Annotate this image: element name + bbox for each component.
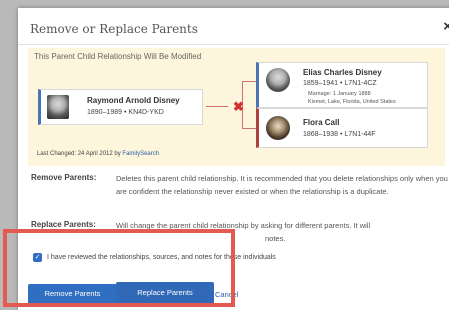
close-icon[interactable]: × <box>443 19 449 34</box>
replace-parents-label: Replace Parents: <box>31 220 96 229</box>
mother-id: L7N1-44F <box>344 131 376 138</box>
child-vitals: 1890–1989 • KN4D-YKD <box>87 109 164 116</box>
mother-name: Flora Call <box>303 118 340 127</box>
child-lifespan: 1890–1989 <box>87 109 123 116</box>
separator-dot: • <box>340 80 343 87</box>
remove-relationship-icon: ✖ <box>233 99 244 114</box>
child-photo <box>47 95 69 119</box>
familysearch-link[interactable]: FamilySearch <box>122 151 159 157</box>
father-person-card[interactable]: Elias Charles Disney 1859–1941 • L7N1-4C… <box>256 62 428 108</box>
father-vitals: 1859–1941 • L7N1-4CZ <box>303 80 377 87</box>
connector-line <box>242 128 256 129</box>
connector-line <box>206 106 228 107</box>
relationship-panel: This Parent Child Relationship Will Be M… <box>28 48 445 166</box>
remove-parents-description: Deletes this parent child relationship. … <box>116 174 448 196</box>
mother-photo <box>266 116 290 140</box>
father-name: Elias Charles Disney <box>303 68 382 77</box>
mother-lifespan: 1868–1938 <box>303 131 339 138</box>
father-id: L7N1-4CZ <box>344 80 377 87</box>
father-photo <box>266 68 290 92</box>
connector-line <box>242 81 256 82</box>
child-person-card[interactable]: Raymond Arnold Disney 1890–1989 • KN4D-Y… <box>38 89 203 125</box>
child-id: KN4D-YKD <box>128 109 164 116</box>
marriage-date: Marriage: 1 January 1888 <box>308 91 371 97</box>
separator-dot: • <box>124 109 127 116</box>
separator-dot: • <box>340 131 343 138</box>
mother-vitals: 1868–1938 • L7N1-44F <box>303 131 376 138</box>
replace-parents-description-cont: notes. <box>265 234 286 243</box>
father-lifespan: 1859–1941 <box>303 80 339 87</box>
marriage-place: Kismet, Lake, Florida, United States <box>308 99 396 105</box>
last-changed: Last Changed: 24 April 2012 by FamilySea… <box>37 151 159 157</box>
dialog-title: Remove or Replace Parents <box>30 22 198 36</box>
child-name: Raymond Arnold Disney <box>87 96 180 105</box>
mother-person-card[interactable]: Flora Call 1868–1938 • L7N1-44F <box>256 108 428 148</box>
remove-parents-label: Remove Parents: <box>31 173 97 182</box>
panel-heading: This Parent Child Relationship Will Be M… <box>34 52 202 61</box>
highlight-box <box>3 229 235 307</box>
title-divider <box>18 44 449 45</box>
last-changed-label: Last Changed: 24 April 2012 by <box>37 151 121 157</box>
